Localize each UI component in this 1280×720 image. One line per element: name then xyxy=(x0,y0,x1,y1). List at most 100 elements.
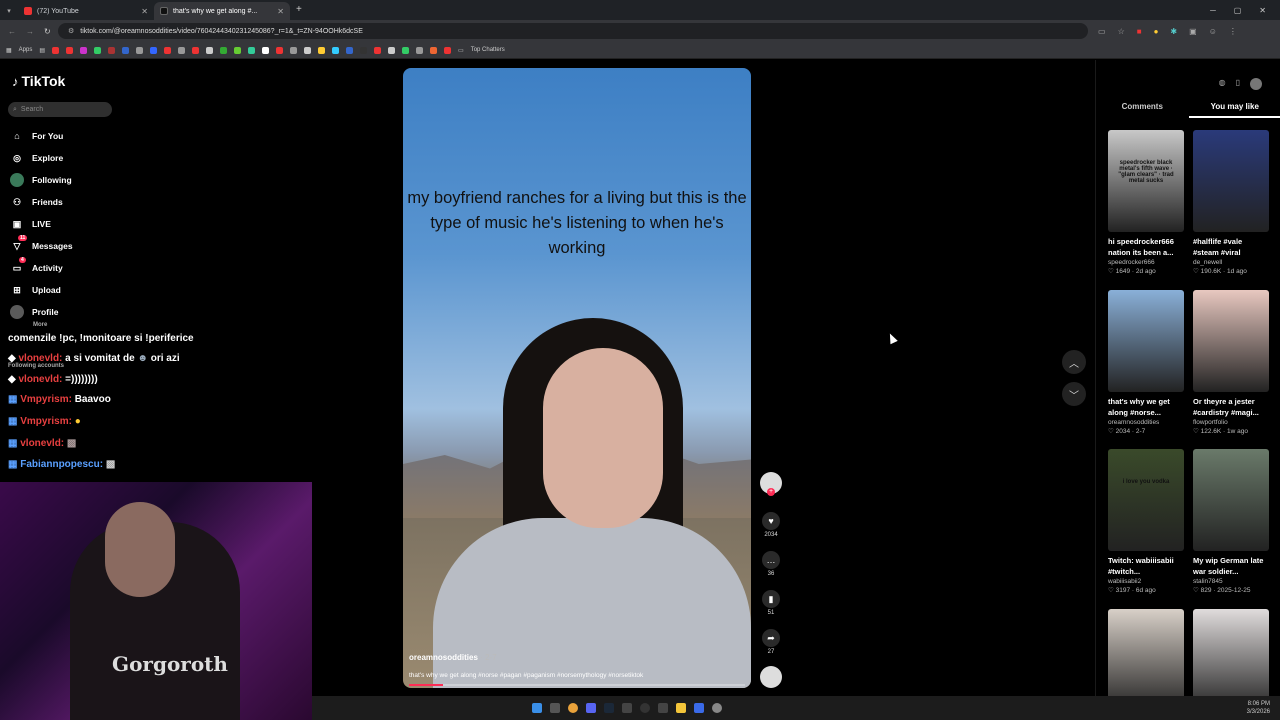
search-icon[interactable] xyxy=(550,703,560,713)
extension-icon[interactable]: ✱ xyxy=(1170,27,1177,36)
app-icon[interactable] xyxy=(622,703,632,713)
sidebar-item-activity[interactable]: ▭ 4 Activity xyxy=(10,257,63,275)
bookmark-icon[interactable] xyxy=(262,46,270,54)
bookmark-icon[interactable] xyxy=(108,46,116,54)
bookmark-icon[interactable] xyxy=(402,46,410,54)
minimize-icon[interactable]: ─ xyxy=(1210,6,1216,15)
creator-avatar[interactable]: + xyxy=(759,472,783,496)
bookmark-star-icon[interactable]: ☆ xyxy=(1118,27,1125,36)
share-button[interactable]: ➦ 27 xyxy=(759,629,783,655)
close-window-icon[interactable]: ✕ xyxy=(1259,6,1266,15)
close-icon[interactable]: ✕ xyxy=(141,7,148,16)
recommendation-card[interactable]: #halflife #vale #steam #viral de_newell ♡ … xyxy=(1193,130,1269,275)
bookmark-icon[interactable] xyxy=(276,46,284,54)
chrome-icon[interactable] xyxy=(568,703,578,713)
bookmark-icon[interactable] xyxy=(416,46,424,54)
extension-icon[interactable]: ■ xyxy=(1137,27,1142,36)
tab-comments[interactable]: Comments xyxy=(1096,102,1189,118)
bookmark-icon[interactable] xyxy=(150,46,158,54)
site-info-icon[interactable]: ⚙ xyxy=(68,27,74,35)
app-icon[interactable] xyxy=(694,703,704,713)
recommendation-card[interactable]: Or theyre a jester #cardistry #magi... fl… xyxy=(1193,290,1269,435)
taskbar-clock[interactable]: 8:06 PM 3/3/2026 xyxy=(1247,700,1270,716)
search-input[interactable]: ⌕ Search xyxy=(8,102,112,117)
card-title[interactable]: hi speedrocker666 nation its been a... xyxy=(1108,236,1184,258)
video-thumbnail[interactable] xyxy=(1193,449,1269,551)
bookmark-icon[interactable] xyxy=(360,46,368,54)
like-button[interactable]: ♥ 2034 xyxy=(759,512,783,538)
browser-tab-tiktok[interactable]: that's why we get along #... ✕ xyxy=(154,2,290,20)
bookmark-icon[interactable] xyxy=(192,46,200,54)
sound-disc[interactable] xyxy=(759,666,783,688)
bookmark-icon[interactable] xyxy=(220,46,228,54)
bookmark-icon[interactable] xyxy=(66,46,74,54)
card-title[interactable]: that's why we get along #norse... xyxy=(1108,396,1184,418)
sidebar-item-profile[interactable]: Profile xyxy=(10,305,58,319)
recommendation-card[interactable]: that's why we get along #norse... oreamno… xyxy=(1108,290,1184,435)
bookmark-icon[interactable] xyxy=(234,46,242,54)
recommendation-card[interactable]: i love you vodka Twitch: wabiiisabii #twi… xyxy=(1108,449,1184,594)
save-button[interactable]: ▮ 51 xyxy=(759,590,783,616)
chevron-down-icon[interactable]: ﹀ xyxy=(1062,382,1086,406)
bookmark-icon[interactable] xyxy=(52,46,60,54)
bookmark-icon[interactable] xyxy=(178,46,186,54)
card-username[interactable]: wabiiisabii2 xyxy=(1108,578,1184,585)
video-thumbnail[interactable]: i love you vodka xyxy=(1108,449,1184,551)
card-username[interactable]: stalin7845 xyxy=(1193,578,1269,585)
extension-icon[interactable]: ● xyxy=(1154,27,1159,36)
bookmark-top-chatters[interactable]: Top Chatters xyxy=(471,47,505,53)
video-thumbnail[interactable]: speedrocker black metal's fifth wave · "… xyxy=(1108,130,1184,232)
card-username[interactable]: speedrocker666 xyxy=(1108,259,1184,266)
bookmark-icon[interactable] xyxy=(388,46,396,54)
windows-start-icon[interactable] xyxy=(532,703,542,713)
video-thumbnail[interactable] xyxy=(1193,290,1269,392)
bookmark-icon[interactable] xyxy=(346,46,354,54)
card-title[interactable]: Twitch: wabiiisabii #twitch... xyxy=(1108,555,1184,577)
reload-icon[interactable]: ↻ xyxy=(44,27,51,36)
bookmark-icon[interactable] xyxy=(304,46,312,54)
video-thumbnail[interactable] xyxy=(1193,130,1269,232)
device-icon[interactable]: ▯ xyxy=(1236,78,1240,90)
user-avatar[interactable] xyxy=(1250,78,1262,90)
bookmark-icon[interactable] xyxy=(164,46,172,54)
bookmark-icon[interactable] xyxy=(444,46,452,54)
url-field[interactable]: ⚙ tiktok.com/@oreamnosoddities/video/760… xyxy=(58,23,1088,39)
tiktok-logo[interactable]: ♪ TikTok xyxy=(12,73,65,89)
comment-button[interactable]: … 36 xyxy=(759,551,783,577)
bookmark-apps[interactable]: Apps xyxy=(19,47,33,53)
folder-icon[interactable] xyxy=(676,703,686,713)
video-progress-bar[interactable] xyxy=(409,684,745,686)
card-username[interactable]: oreamnosoddities xyxy=(1108,419,1184,426)
bookmark-icon[interactable] xyxy=(122,46,130,54)
bookmark-icon[interactable] xyxy=(290,46,298,54)
profile-icon[interactable]: ☺ xyxy=(1209,27,1217,36)
new-tab-icon[interactable]: + xyxy=(290,4,308,20)
video-player[interactable]: my boyfriend ranches for a living but th… xyxy=(403,68,751,688)
browser-tab-youtube[interactable]: (72) YouTube ✕ xyxy=(18,2,154,20)
install-icon[interactable]: ▭ xyxy=(1098,27,1106,36)
card-title[interactable]: #halflife #vale #steam #viral xyxy=(1193,236,1269,258)
sidebar-item-following[interactable]: Following xyxy=(10,173,72,187)
app-icon[interactable] xyxy=(658,703,668,713)
bookmark-icon[interactable] xyxy=(318,46,326,54)
video-author[interactable]: oreamnosoddities · 2-7 xyxy=(409,653,497,662)
recommendation-card[interactable]: speedrocker black metal's fifth wave · "… xyxy=(1108,130,1184,275)
apps-grid-icon[interactable]: ▦ xyxy=(6,47,12,54)
sidebar-item-messages[interactable]: ▽ 11 Messages xyxy=(10,235,73,253)
coins-icon[interactable]: ◍ xyxy=(1219,78,1226,90)
bookmark-icon[interactable] xyxy=(136,46,144,54)
extensions-puzzle-icon[interactable]: ▣ xyxy=(1189,27,1197,36)
bookmark-icon[interactable] xyxy=(248,46,256,54)
menu-icon[interactable]: ⋮ xyxy=(1229,27,1237,36)
bookmark-icon[interactable] xyxy=(332,46,340,54)
follow-plus-icon[interactable]: + xyxy=(767,488,775,496)
bookmark-icon[interactable] xyxy=(430,46,438,54)
bookmark-icon[interactable]: ▤ xyxy=(39,47,45,54)
chevron-up-icon[interactable]: ︿ xyxy=(1062,350,1086,374)
tab-you-may-like[interactable]: You may like xyxy=(1188,102,1280,118)
sidebar-item-live[interactable]: ▣ LIVE xyxy=(10,217,51,231)
tab-search-icon[interactable]: ▾ xyxy=(0,2,18,20)
forward-icon[interactable]: → xyxy=(26,27,34,36)
bookmark-icon[interactable] xyxy=(80,46,88,54)
card-username[interactable]: de_newell xyxy=(1193,259,1269,266)
